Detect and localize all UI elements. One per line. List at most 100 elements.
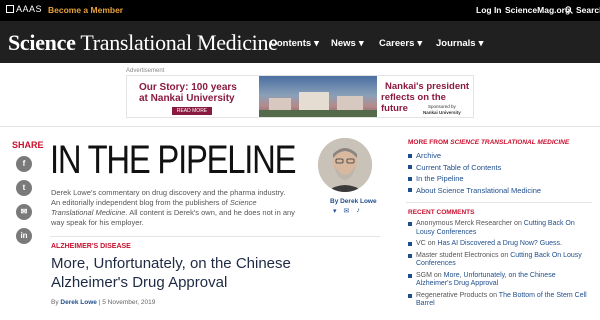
sidebar-item-label: About Science Translational Medicine [416,185,542,195]
ad-sponsor-line2: Nankai University [423,110,461,115]
list-item: SGM on More, Unfortunately, on the Chine… [408,272,593,289]
comment-author: VC [416,240,426,247]
sidebar-item-about[interactable]: About Science Translational Medicine [408,185,541,197]
divider [406,202,592,203]
author-photo [318,138,372,192]
list-item: Master student Electronics on Cutting Ba… [408,252,593,269]
sidebar-item-label: Current Table of Contents [416,162,502,172]
ad-label: Advertisement [126,68,165,74]
chevron-down-icon: ▾ [358,38,364,49]
search-icon [565,6,573,14]
sidebar-item-label: Archive [416,151,442,161]
rss-icon[interactable]: ♪ [356,207,360,215]
aaas-logo-text: AAAS [16,4,43,14]
byline-author-link[interactable]: Derek Lowe [60,299,97,306]
sidebar-item-current-toc[interactable]: Current Table of Contents [408,162,541,174]
sciencemag-link[interactable]: ScienceMag.org [505,5,570,15]
nav-news-label: News [331,38,356,49]
sidebar-more-heading: MORE FROM SCIENCE TRANSLATIONAL MEDICINE [408,139,569,146]
list-item: Anonymous Merck Researcher on Cutting Ba… [408,220,593,237]
article-date: 5 November, 2019 [102,299,156,306]
aaas-logo[interactable]: AAAS [6,4,42,14]
bullet-icon [408,165,412,170]
twitter-icon[interactable]: ▾ [333,207,337,215]
journal-title[interactable]: Science Translational Medicine [8,30,278,56]
ad-campus-photo [259,76,377,117]
top-utility-bar: AAAS Become a Member Log In ScienceMag.o… [0,0,600,21]
comment-on-word: on [433,271,442,279]
share-label: SHARE [12,140,44,150]
nav-careers[interactable]: Careers ▾ [379,38,422,49]
journal-masthead: Science Translational Medicine Contents ▾… [0,21,600,63]
article-category[interactable]: ALZHEIMER'S DISEASE [51,243,131,250]
share-linkedin-button[interactable]: in [16,228,32,244]
share-twitter-button[interactable]: t [16,180,32,196]
author-social-links: ▾ ✉ ♪ [333,207,360,215]
search-button[interactable]: Search [565,5,600,15]
bullet-icon [408,242,412,246]
chevron-down-icon: ▾ [478,38,484,49]
comment-on-word: on [514,220,522,227]
comment-on-word: on [489,291,497,299]
ad-right-line1: Nankai's president [385,81,470,92]
chevron-down-icon: ▾ [417,38,423,49]
comment-author: SGM [416,271,432,279]
nav-journals-label: Journals [436,38,476,49]
nav-careers-label: Careers [379,38,415,49]
email-icon: ✉ [20,207,28,216]
nav-journals[interactable]: Journals ▾ [436,38,483,49]
chevron-down-icon: ▾ [314,38,319,49]
journal-title-bold: Science [8,30,76,55]
twitter-icon: t [22,183,26,192]
ad-read-more-button[interactable]: READ MORE [172,107,212,115]
bullet-icon [408,188,412,193]
sidebar-more-prefix: MORE FROM [408,139,451,146]
nav-contents[interactable]: Contents ▾ [270,38,319,49]
comment-author: Regenerative Products [416,291,488,299]
ad-left-line1: Our Story: 100 years [139,82,237,93]
bullet-icon [408,273,412,278]
aaas-logo-mark-icon [6,5,14,13]
nav-news[interactable]: News ▾ [331,38,364,49]
comment-post-link[interactable]: Has AI Discovered a Drug Now? Guess. [437,240,562,247]
ad-banner[interactable]: Our Story: 100 years at Nankai Universit… [126,75,474,118]
author-avatar[interactable] [318,138,372,192]
list-item: Regenerative Products on The Bottom of t… [408,292,593,309]
recent-comments-heading: RECENT COMMENTS [408,209,475,216]
sidebar-item-label: In the Pipeline [416,174,464,184]
sidebar-item-in-the-pipeline[interactable]: In the Pipeline [408,173,541,185]
sidebar-links: Archive Current Table of Contents In the… [408,150,541,196]
sidebar-more-journal: SCIENCE TRANSLATIONAL MEDICINE [450,139,570,146]
ad-sponsor: Sponsored by Nankai University [423,104,461,116]
sidebar-item-archive[interactable]: Archive [408,150,541,162]
search-label: Search [576,5,600,15]
divider [0,126,600,127]
bullet-icon [408,153,412,158]
blog-description: Derek Lowe's commentary on drug discover… [51,188,296,228]
comment-author: Master student Electronics [416,251,499,259]
email-icon[interactable]: ✉ [344,207,350,215]
blog-title[interactable]: IN THE PIPELINE [50,138,296,183]
comment-on-word: on [500,251,509,259]
ad-left-line2: at Nankai University [139,93,235,104]
comment-on-word: on [427,240,436,247]
article-byline: By Derek Lowe | 5 November, 2019 [51,299,155,306]
login-link[interactable]: Log In [476,5,502,15]
nav-contents-label: Contents [270,38,312,49]
byline-prefix: By [51,299,61,306]
become-member-link[interactable]: Become a Member [48,5,123,15]
divider [50,236,380,237]
list-item: VC on Has AI Discovered a Drug Now? Gues… [408,240,593,249]
share-email-button[interactable]: ✉ [16,204,32,220]
author-name-link[interactable]: By Derek Lowe [330,198,377,205]
journal-title-rest: Translational Medicine [80,30,278,55]
bullet-icon [408,222,412,226]
article-headline[interactable]: More, Unfortunately, on the Chinese Alzh… [51,254,351,292]
share-facebook-button[interactable]: f [16,156,32,172]
facebook-icon: f [22,159,26,168]
linkedin-icon: in [20,231,28,240]
bullet-icon [408,293,412,298]
comment-author: Anonymous Merck Researcher [416,220,513,227]
bullet-icon [408,253,412,258]
recent-comments-list: Anonymous Merck Researcher on Cutting Ba… [408,220,593,312]
